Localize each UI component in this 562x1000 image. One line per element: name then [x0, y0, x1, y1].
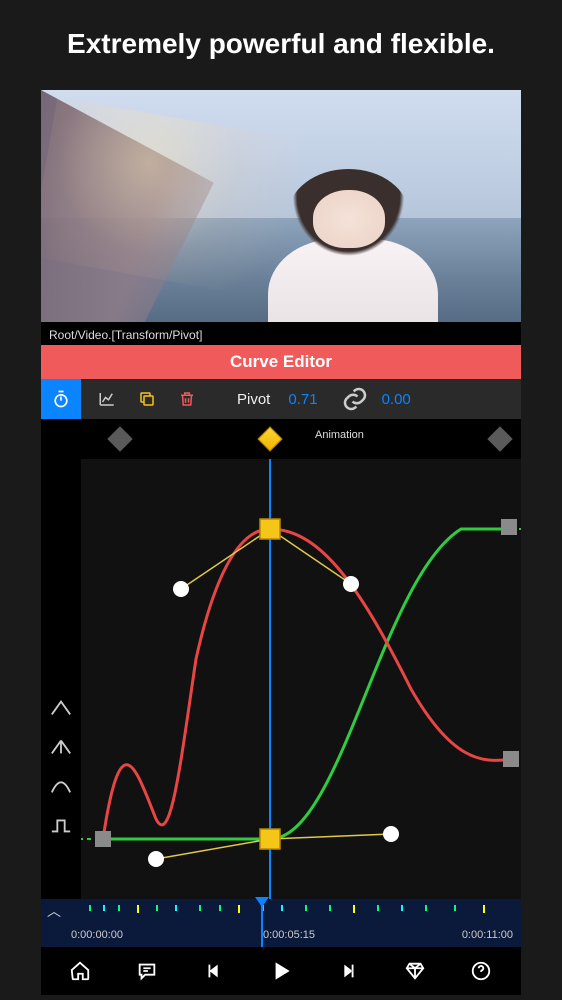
curve-step-icon[interactable] [50, 816, 72, 839]
curve-canvas[interactable]: Animation [81, 419, 521, 899]
keyframe-row: Animation [81, 419, 521, 459]
app-frame: Root/Video.[Transform/Pivot] Curve Edito… [41, 90, 521, 995]
title-text: Curve Editor [230, 352, 332, 372]
home-icon[interactable] [61, 960, 99, 982]
promo-headline: Extremely powerful and flexible. [0, 0, 562, 90]
pivot-value-y[interactable]: 0.00 [382, 391, 411, 408]
pivot-label: Pivot [237, 391, 270, 408]
time-current: 0:00:05:15 [263, 929, 315, 941]
left-strip-top [41, 379, 81, 419]
playhead[interactable] [261, 899, 263, 947]
diamond-icon[interactable] [396, 960, 434, 982]
timeline-ticks [41, 903, 521, 917]
stopwatch-icon[interactable] [51, 379, 71, 419]
curve-bell-icon[interactable] [50, 777, 72, 800]
timeline[interactable]: ︿ 0:00:00:00 0:00:05:15 0:00:11:00 [41, 899, 521, 947]
help-icon[interactable] [462, 960, 500, 982]
toolbar: Pivot 0.71 0.00 [41, 379, 521, 419]
pivot-value-x[interactable]: 0.71 [288, 391, 317, 408]
graph-icon[interactable] [87, 379, 127, 419]
play-icon[interactable] [262, 958, 300, 984]
animation-label: Animation [315, 429, 364, 441]
curve-graph[interactable] [81, 459, 521, 899]
keyframe-marker-active[interactable] [257, 426, 282, 451]
link-icon[interactable] [340, 384, 370, 414]
comment-icon[interactable] [128, 960, 166, 982]
time-end: 0:00:11:00 [462, 929, 513, 941]
step-back-icon[interactable] [195, 960, 233, 982]
copy-icon[interactable] [127, 379, 167, 419]
breadcrumb: Root/Video.[Transform/Pivot] [41, 322, 521, 345]
curve-linear-icon[interactable] [50, 699, 72, 722]
title-bar: Curve Editor [41, 345, 521, 379]
step-forward-icon[interactable] [329, 960, 367, 982]
trash-icon[interactable] [167, 379, 207, 419]
curve-ease-icon[interactable] [50, 738, 72, 761]
side-column [41, 419, 81, 899]
video-preview[interactable] [41, 90, 521, 322]
editor-body: Animation [41, 419, 521, 899]
keyframe-marker[interactable] [487, 426, 512, 451]
keyframe-marker[interactable] [107, 426, 132, 451]
time-start: 0:00:00:00 [71, 929, 123, 941]
bottom-bar [41, 947, 521, 995]
